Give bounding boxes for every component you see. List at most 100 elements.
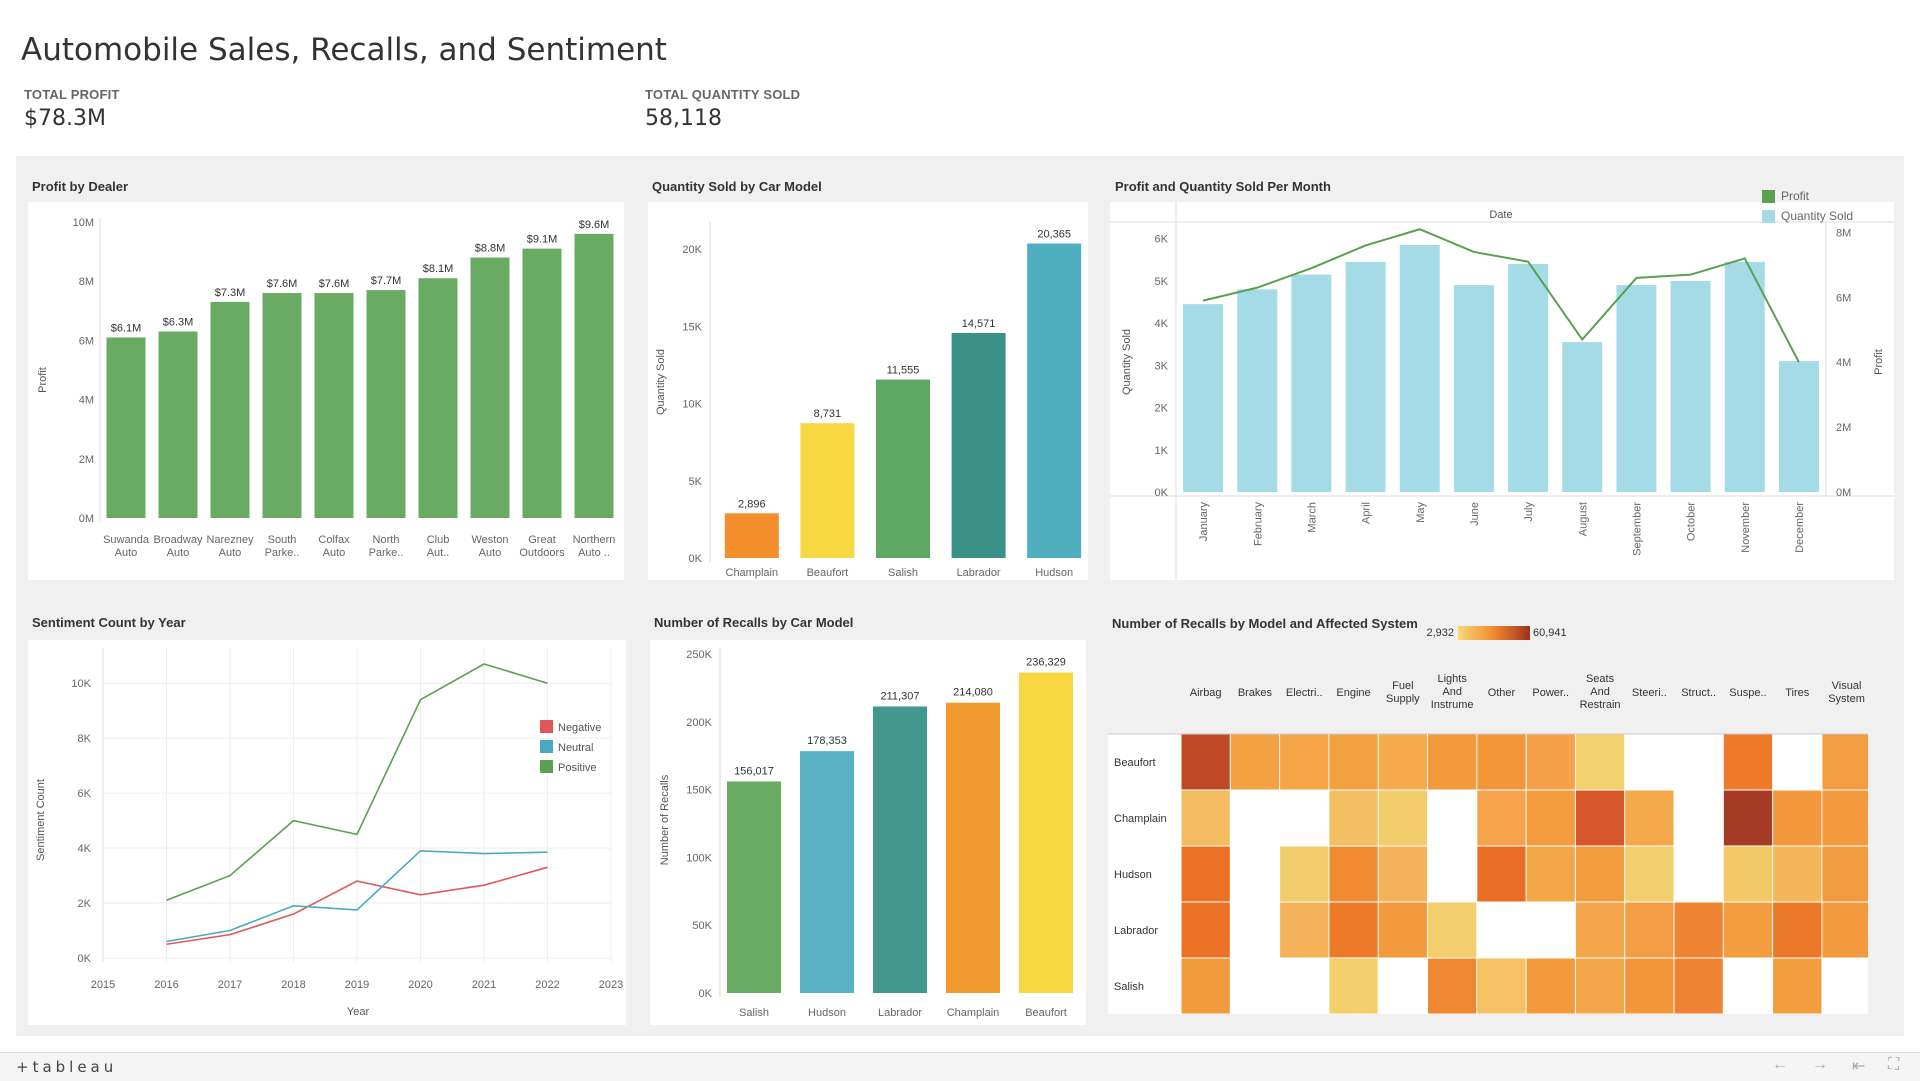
- data-label: $9.1M: [527, 234, 558, 246]
- x-tick-label: Great Outdoors: [519, 534, 565, 559]
- legend-item[interactable]: Quantity Sold: [1762, 206, 1853, 226]
- y-tick-label: 0K: [699, 988, 713, 1000]
- chart-recalls-heatmap[interactable]: 2,932 60,941 Airbag Brakes Electri.. Engine Fu…: [1108, 614, 1871, 1014]
- panel-title-profit-qty-month: Profit and Quantity Sold Per Month: [1115, 179, 1331, 194]
- x-tick-label: Champlain: [947, 1007, 1000, 1019]
- dashboard-title: Automobile Sales, Recalls, and Sentiment: [21, 32, 667, 68]
- x-tick-label: South Parke..: [265, 534, 300, 559]
- y-right-tick-label: 2M: [1836, 422, 1851, 434]
- data-label: $7.7M: [371, 275, 402, 287]
- column-header: Steeri..: [1632, 687, 1667, 699]
- qty-bar: [1778, 361, 1819, 492]
- data-label: 236,329: [1026, 657, 1066, 669]
- data-label: $9.6M: [579, 219, 610, 231]
- x-tick-label: Broadway Auto: [154, 534, 203, 559]
- heatmap-cell: [1428, 902, 1477, 958]
- heatmap-cell: [1822, 846, 1871, 902]
- y-left-tick-label: 0K: [1155, 487, 1169, 499]
- heatmap-cell: [1625, 958, 1674, 1014]
- data-label: $6.3M: [163, 317, 194, 329]
- y-tick-label: 200K: [686, 717, 712, 729]
- y-tick-label: 6K: [78, 788, 92, 800]
- legend-swatch: [540, 740, 553, 753]
- heatmap-cell: [1625, 846, 1674, 902]
- data-label: $6.1M: [111, 322, 142, 334]
- tableau-logo: +tableau: [16, 1058, 118, 1076]
- heatmap-cell: [1723, 734, 1773, 790]
- data-label: 2,896: [738, 498, 766, 510]
- qty-bar: [1399, 245, 1440, 492]
- qty-bar: [1183, 304, 1224, 492]
- heatmap-cell: [1378, 902, 1427, 958]
- x-tick-label: May: [1415, 502, 1427, 523]
- heatmap-cell: [1674, 958, 1723, 1014]
- heatmap-cell: [1428, 734, 1477, 790]
- fullscreen-button[interactable]: ⛶: [1888, 1056, 1899, 1074]
- x-axis-label: Year: [347, 1006, 370, 1018]
- x-tick-label: Salish: [888, 567, 918, 579]
- x-tick-label: 2023: [599, 979, 623, 991]
- bar: [1027, 243, 1082, 558]
- data-label: 20,365: [1037, 229, 1071, 241]
- y-tick-label: 50K: [692, 920, 712, 932]
- kpi-total-profit-label: TOTAL PROFIT: [24, 87, 120, 102]
- heatmap-cell: [1773, 902, 1822, 958]
- heatmap-cell: [1477, 790, 1526, 846]
- legend-label: Positive: [558, 762, 597, 774]
- undo-button[interactable]: ←: [1772, 1056, 1788, 1074]
- heatmap-cell: [1329, 902, 1378, 958]
- data-label: 156,017: [734, 765, 774, 777]
- bar: [724, 513, 779, 558]
- heatmap-cell: [1773, 790, 1822, 846]
- data-label: $7.6M: [267, 278, 298, 290]
- y-axis-label: Quantity Sold: [655, 349, 667, 415]
- bar: [366, 290, 406, 518]
- row-label: Salish: [1114, 981, 1144, 993]
- heatmap-cell: [1526, 790, 1575, 846]
- legend-swatch: [1762, 209, 1775, 223]
- legend-swatch: [540, 720, 553, 733]
- x-tick-label: April: [1361, 502, 1373, 524]
- chart-qty-by-model[interactable]: 0K 5K 10K 15K 20K Quantity Sold 2,896 Champlain…: [648, 202, 1088, 580]
- data-label: 211,307: [881, 690, 920, 702]
- y-tick-label: 2M: [79, 454, 94, 466]
- column-header: Electri..: [1286, 687, 1323, 699]
- x-tick-label: January: [1198, 502, 1210, 542]
- kpi-total-profit-value: $78.3M: [24, 106, 106, 131]
- heatmap-cell: [1822, 902, 1871, 958]
- bar: [210, 301, 250, 518]
- x-tick-label: Weston Auto: [471, 534, 508, 559]
- x-tick-label: 2022: [535, 979, 559, 991]
- y-axis-label: Sentiment Count: [35, 779, 47, 861]
- data-label: 14,571: [962, 318, 996, 330]
- y-left-tick-label: 3K: [1155, 360, 1169, 372]
- x-tick-label: North Parke..: [369, 534, 404, 559]
- data-label: 214,080: [953, 687, 993, 699]
- heatmap-cell: [1773, 846, 1822, 902]
- heatmap-cell: [1181, 958, 1230, 1014]
- y-tick-label: 4M: [79, 395, 94, 407]
- x-tick-label: 2016: [154, 979, 178, 991]
- bar: [314, 293, 354, 518]
- chart-profit-by-dealer[interactable]: 0M 2M 4M 6M 8M 10M Profit $6.1M Suwanda Auto $6.3M…: [28, 202, 624, 580]
- redo-button[interactable]: →: [1812, 1056, 1828, 1074]
- revert-button[interactable]: ⇤: [1852, 1056, 1865, 1076]
- y-right-tick-label: 6M: [1836, 292, 1851, 304]
- x-tick-label: 2017: [218, 979, 242, 991]
- heatmap-cell: [1428, 958, 1477, 1014]
- legend-item[interactable]: Profit: [1762, 186, 1853, 206]
- y-right-tick-label: 4M: [1836, 357, 1851, 369]
- heatmap-cell: [1822, 790, 1871, 846]
- x-tick-label: 2019: [345, 979, 369, 991]
- y-tick-label: 0M: [79, 513, 94, 525]
- chart-recalls-model[interactable]: 0K 50K 100K 150K 200K 250K Number of Recalls 15…: [650, 640, 1086, 1025]
- qty-bar: [1724, 261, 1765, 492]
- heatmap-cell: [1181, 846, 1230, 902]
- heatmap-cell: [1477, 734, 1526, 790]
- chart-sentiment-year[interactable]: 2015 2016 2017 2018 2019 2020 2021 2022 2023 0K 2K…: [28, 640, 626, 1025]
- column-header: Engine: [1336, 687, 1370, 699]
- legend-label: Negative: [558, 722, 601, 734]
- chart-profit-qty-month[interactable]: Date 0K 1K 2K 3K 4K 5K 6K 0M 2M 4M 6M 8M Quantity Sol…: [1110, 202, 1894, 580]
- row-label: Labrador: [1114, 925, 1158, 937]
- y-left-axis-label: Quantity Sold: [1121, 329, 1133, 395]
